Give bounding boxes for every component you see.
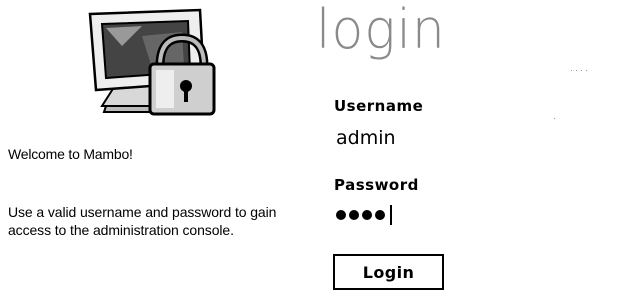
welcome-panel: Welcome to Mambo! Use a valid username a…	[0, 0, 300, 298]
login-form: login Username Password Login	[300, 0, 619, 298]
dither-speck	[571, 70, 572, 71]
password-mask-dot	[375, 210, 385, 220]
password-label: Password	[334, 176, 419, 194]
password-mask-dot	[349, 210, 359, 220]
help-text: Use a valid username and password to gai…	[8, 204, 277, 238]
password-mask-dot	[336, 210, 346, 220]
dither-speck	[554, 118, 555, 119]
text-cursor	[390, 205, 392, 225]
password-mask-dot	[362, 210, 372, 220]
monitor-lock-icon	[88, 8, 216, 116]
welcome-text: Welcome to Mambo!	[8, 146, 133, 162]
dither-speck	[586, 70, 587, 71]
login-title: login	[316, 0, 446, 62]
dither-speck	[581, 70, 582, 71]
username-label: Username	[334, 97, 424, 115]
password-input[interactable]	[336, 202, 496, 228]
dither-speck	[576, 70, 577, 71]
username-input[interactable]	[336, 125, 496, 151]
login-button[interactable]: Login	[333, 254, 444, 290]
